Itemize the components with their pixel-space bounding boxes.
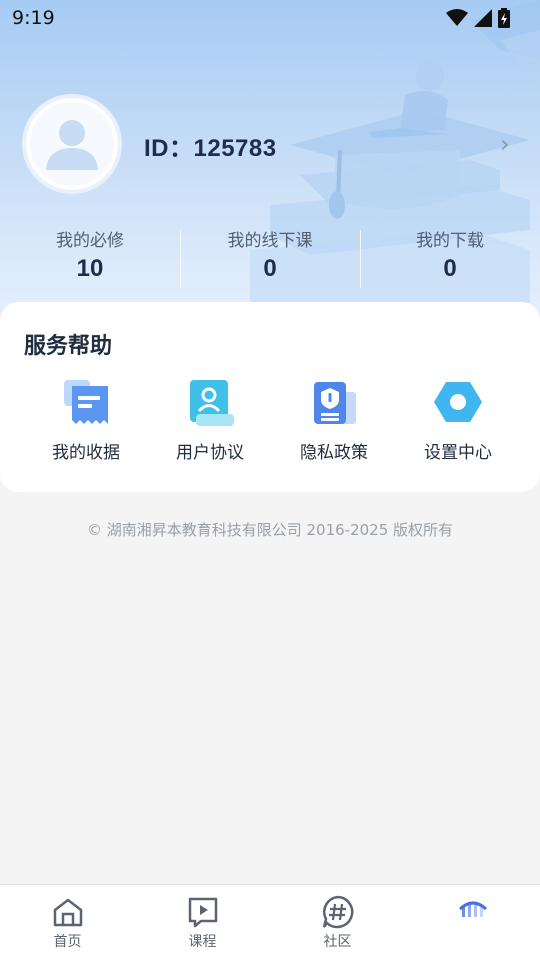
service-label: 我的收据 bbox=[52, 443, 120, 463]
service-item-user-agreement[interactable]: 用户协议 bbox=[148, 378, 272, 463]
community-hash-icon bbox=[320, 895, 356, 929]
user-agreement-icon bbox=[182, 378, 238, 430]
nav-label: 课程 bbox=[188, 934, 217, 950]
nav-course[interactable]: 课程 bbox=[135, 885, 270, 960]
status-time: 9:19 bbox=[12, 7, 55, 29]
service-item-privacy-policy[interactable]: 隐私政策 bbox=[272, 378, 396, 463]
stat-value: 0 bbox=[443, 255, 457, 282]
avatar-inner bbox=[30, 102, 114, 186]
service-label: 隐私政策 bbox=[300, 443, 368, 463]
receipt-icon bbox=[58, 378, 114, 430]
home-icon bbox=[50, 895, 86, 929]
nav-label: 首页 bbox=[53, 934, 82, 950]
settings-hex-icon bbox=[430, 378, 486, 430]
course-play-icon bbox=[185, 895, 221, 929]
service-items: 我的收据 用户协议 隐私政策 设置中心 bbox=[0, 378, 540, 463]
stat-required-courses[interactable]: 我的必修 10 bbox=[0, 226, 180, 292]
stats-row: 我的必修 10 我的线下课 0 我的下载 0 bbox=[0, 226, 540, 292]
status-icons bbox=[446, 8, 510, 28]
nav-label: 社区 bbox=[323, 934, 352, 950]
chevron-right-icon[interactable]: › bbox=[500, 130, 510, 158]
service-item-receipt[interactable]: 我的收据 bbox=[24, 378, 148, 463]
stat-label: 我的必修 bbox=[56, 231, 124, 251]
battery-charging-icon bbox=[498, 8, 510, 28]
service-help-card: 服务帮助 我的收据 用户协议 隐私政策 设置中心 bbox=[0, 302, 540, 492]
stat-downloads[interactable]: 我的下载 0 bbox=[360, 226, 540, 292]
privacy-shield-icon bbox=[306, 378, 362, 430]
stat-value: 0 bbox=[263, 255, 277, 282]
stat-label: 我的线下课 bbox=[227, 231, 313, 251]
stat-label: 我的下载 bbox=[416, 231, 484, 251]
signal-icon bbox=[474, 9, 492, 27]
nav-home[interactable]: 首页 bbox=[0, 885, 135, 960]
stat-offline-courses[interactable]: 我的线下课 0 bbox=[180, 226, 360, 292]
nav-profile[interactable] bbox=[405, 885, 540, 960]
service-title: 服务帮助 bbox=[24, 334, 113, 359]
avatar[interactable] bbox=[22, 94, 122, 194]
user-id: ID：125783 bbox=[144, 135, 277, 162]
copyright-text: © 湖南湘昇本教育科技有限公司 2016-2025 版权所有 bbox=[86, 521, 454, 539]
nav-community[interactable]: 社区 bbox=[270, 885, 405, 960]
profile-active-icon bbox=[455, 895, 491, 929]
wifi-icon bbox=[446, 9, 468, 26]
service-item-settings[interactable]: 设置中心 bbox=[396, 378, 520, 463]
service-label: 用户协议 bbox=[176, 443, 244, 463]
user-avatar-icon bbox=[46, 120, 98, 170]
status-bar: 9:19 bbox=[0, 0, 540, 36]
stat-value: 10 bbox=[76, 255, 104, 282]
service-label: 设置中心 bbox=[424, 443, 492, 463]
bottom-nav: 首页 课程 社区 bbox=[0, 884, 540, 960]
